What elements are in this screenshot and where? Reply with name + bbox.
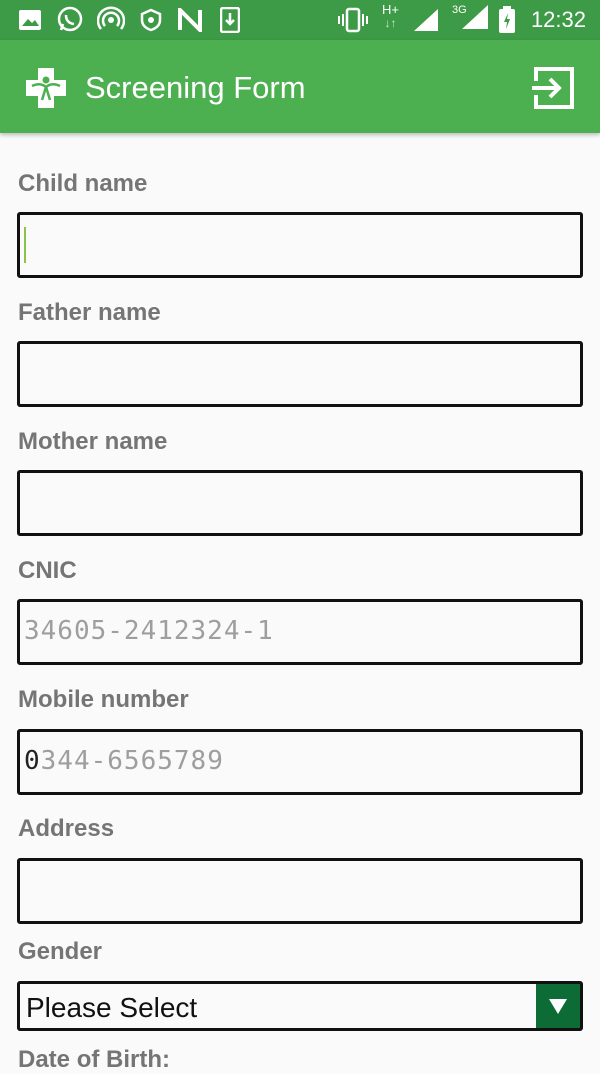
chevron-down-icon[interactable] bbox=[536, 984, 580, 1028]
page-title: Screening Form bbox=[85, 70, 306, 105]
status-time: 12:32 bbox=[530, 7, 586, 32]
shield-icon bbox=[140, 8, 162, 32]
mobile-number-label: Mobile number bbox=[18, 686, 189, 713]
status-bar: H+ ↓↑ 3G 12:32 bbox=[0, 0, 600, 40]
battery-charging-icon bbox=[498, 6, 516, 33]
medical-logo-icon bbox=[24, 66, 68, 110]
mother-name-field[interactable] bbox=[17, 470, 583, 536]
father-name-label: Father name bbox=[18, 299, 161, 326]
gender-selected-value: Please Select bbox=[26, 992, 198, 1023]
address-label: Address bbox=[18, 815, 115, 842]
logout-icon bbox=[532, 67, 574, 109]
date-of-birth-label: Date of Birth: bbox=[18, 1046, 170, 1073]
mobile-placeholder: 344-6565789 bbox=[40, 746, 224, 776]
signal-icon bbox=[412, 8, 440, 32]
gallery-icon bbox=[18, 8, 42, 32]
vibrate-icon bbox=[338, 7, 368, 33]
cnic-field[interactable]: 34605-2412324-1 bbox=[17, 599, 583, 665]
father-name-field[interactable] bbox=[17, 341, 583, 407]
text-cursor bbox=[24, 227, 26, 263]
download-icon bbox=[220, 7, 240, 33]
logout-button[interactable] bbox=[530, 65, 576, 111]
mobile-typed-text: 0 bbox=[24, 746, 41, 776]
gender-select[interactable]: Please Select bbox=[17, 981, 583, 1031]
gender-label: Gender bbox=[18, 938, 103, 965]
app-bar: Screening Form bbox=[0, 40, 600, 133]
address-field[interactable] bbox=[17, 858, 583, 924]
hotspot-icon bbox=[97, 6, 125, 32]
cnic-label: CNIC bbox=[18, 557, 77, 584]
child-name-label: Child name bbox=[18, 170, 148, 197]
network-3g-label: 3G bbox=[452, 4, 467, 16]
mobile-number-value: 0344-6565789 bbox=[24, 746, 224, 776]
child-name-field[interactable] bbox=[17, 212, 583, 278]
n-app-icon bbox=[177, 8, 203, 32]
signal-3g-icon: 3G bbox=[452, 4, 490, 29]
cnic-placeholder: 34605-2412324-1 bbox=[24, 616, 274, 646]
mother-name-label: Mother name bbox=[18, 428, 168, 455]
mobile-number-field[interactable]: 0344-6565789 bbox=[17, 729, 583, 795]
data-arrows-icon: H+ ↓↑ bbox=[382, 2, 399, 30]
network-type-label: H+ bbox=[382, 2, 399, 17]
whatsapp-icon bbox=[56, 6, 84, 32]
